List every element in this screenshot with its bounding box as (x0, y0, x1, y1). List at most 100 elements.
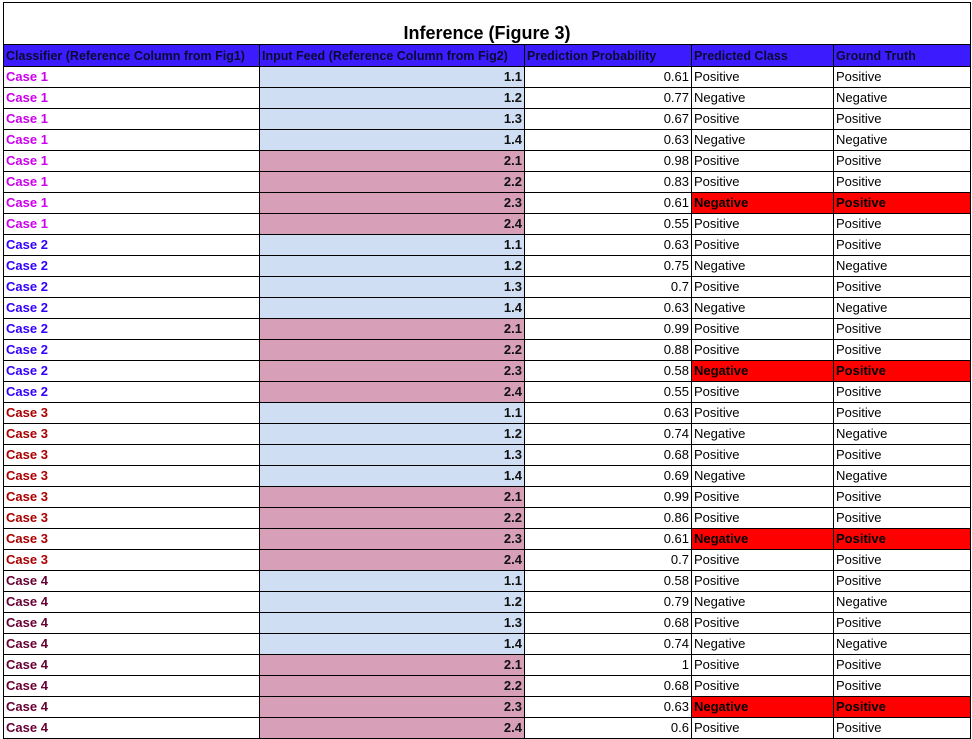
cell-predicted-class: Positive (691, 339, 834, 361)
cell-predicted-class: Positive (691, 549, 834, 571)
cell-ground-truth: Positive (832, 654, 972, 676)
cell-input-feed: 2.1 (259, 654, 525, 676)
table-row: Case 2 1.4 0.63 Negative Negative (3, 297, 972, 319)
cell-input-feed: 2.2 (259, 339, 525, 361)
cell-input-feed: 2.2 (259, 171, 525, 193)
cell-predicted-class: Positive (691, 486, 834, 508)
cell-ground-truth: Positive (832, 192, 972, 214)
cell-classifier: Case 3 (3, 507, 260, 529)
cell-input-feed: 2.2 (259, 507, 525, 529)
cell-prediction-probability: 0.63 (524, 297, 692, 319)
cell-input-feed: 1.4 (259, 297, 525, 319)
table-row: Case 1 1.1 0.61 Positive Positive (3, 66, 972, 88)
cell-input-feed: 2.1 (259, 318, 525, 340)
cell-predicted-class: Positive (691, 444, 834, 466)
cell-input-feed: 1.2 (259, 255, 525, 277)
cell-prediction-probability: 0.74 (524, 633, 692, 655)
cell-classifier: Case 1 (3, 171, 260, 193)
cell-input-feed: 1.4 (259, 633, 525, 655)
cell-classifier: Case 1 (3, 150, 260, 172)
header-input-feed: Input Feed (Reference Column from Fig2) (259, 44, 525, 67)
inference-table: Inference (Figure 3) Classifier (Referen… (2, 2, 972, 739)
cell-ground-truth: Positive (832, 549, 972, 571)
cell-ground-truth: Positive (832, 150, 972, 172)
cell-predicted-class: Positive (691, 213, 834, 235)
cell-predicted-class: Negative (691, 591, 834, 613)
table-row: Case 2 2.4 0.55 Positive Positive (3, 381, 972, 403)
cell-classifier: Case 3 (3, 486, 260, 508)
table-row: Case 4 2.1 1 Positive Positive (3, 654, 972, 676)
cell-predicted-class: Negative (691, 696, 834, 718)
table-row: Case 4 1.2 0.79 Negative Negative (3, 591, 972, 613)
cell-classifier: Case 4 (3, 633, 260, 655)
cell-prediction-probability: 0.77 (524, 87, 692, 109)
cell-input-feed: 1.2 (259, 423, 525, 445)
cell-predicted-class: Positive (691, 234, 834, 256)
cell-ground-truth: Negative (832, 297, 972, 319)
cell-predicted-class: Negative (691, 192, 834, 214)
cell-classifier: Case 2 (3, 360, 260, 382)
cell-input-feed: 1.1 (259, 402, 525, 424)
table-row: Case 3 2.2 0.86 Positive Positive (3, 507, 972, 529)
cell-ground-truth: Negative (832, 255, 972, 277)
cell-ground-truth: Negative (832, 591, 972, 613)
cell-input-feed: 1.3 (259, 108, 525, 130)
cell-classifier: Case 4 (3, 696, 260, 718)
cell-input-feed: 2.1 (259, 486, 525, 508)
cell-input-feed: 2.3 (259, 696, 525, 718)
header-predicted-class: Predicted Class (691, 44, 834, 67)
cell-prediction-probability: 0.86 (524, 507, 692, 529)
table-row: Case 3 1.4 0.69 Negative Negative (3, 465, 972, 487)
table-row: Case 4 2.2 0.68 Positive Positive (3, 675, 972, 697)
cell-classifier: Case 3 (3, 444, 260, 466)
cell-prediction-probability: 0.63 (524, 696, 692, 718)
cell-ground-truth: Positive (832, 612, 972, 634)
cell-ground-truth: Positive (832, 507, 972, 529)
cell-ground-truth: Negative (832, 129, 972, 151)
cell-predicted-class: Positive (691, 276, 834, 298)
table-row: Case 4 2.3 0.63 Negative Positive (3, 696, 972, 718)
table-row: Case 2 2.1 0.99 Positive Positive (3, 318, 972, 340)
header-prediction-probability: Prediction Probability (524, 44, 692, 67)
table-row: Case 2 1.1 0.63 Positive Positive (3, 234, 972, 256)
table-row: Case 1 1.3 0.67 Positive Positive (3, 108, 972, 130)
cell-classifier: Case 2 (3, 318, 260, 340)
cell-classifier: Case 4 (3, 654, 260, 676)
cell-input-feed: 1.1 (259, 66, 525, 88)
cell-predicted-class: Negative (691, 297, 834, 319)
cell-classifier: Case 3 (3, 549, 260, 571)
cell-ground-truth: Positive (832, 570, 972, 592)
cell-classifier: Case 1 (3, 87, 260, 109)
table-row: Case 4 1.3 0.68 Positive Positive (3, 612, 972, 634)
cell-input-feed: 1.1 (259, 234, 525, 256)
cell-prediction-probability: 0.61 (524, 528, 692, 550)
cell-predicted-class: Negative (691, 528, 834, 550)
cell-classifier: Case 3 (3, 465, 260, 487)
cell-ground-truth: Negative (832, 633, 972, 655)
cell-prediction-probability: 0.7 (524, 276, 692, 298)
cell-input-feed: 1.2 (259, 87, 525, 109)
cell-classifier: Case 2 (3, 276, 260, 298)
cell-classifier: Case 4 (3, 612, 260, 634)
cell-predicted-class: Positive (691, 150, 834, 172)
header-row: Classifier (Reference Column from Fig1) … (3, 44, 972, 67)
table-row: Case 1 2.4 0.55 Positive Positive (3, 213, 972, 235)
cell-prediction-probability: 0.79 (524, 591, 692, 613)
cell-prediction-probability: 0.68 (524, 612, 692, 634)
table-row: Case 3 2.3 0.61 Negative Positive (3, 528, 972, 550)
cell-prediction-probability: 0.67 (524, 108, 692, 130)
cell-prediction-probability: 0.83 (524, 171, 692, 193)
cell-classifier: Case 2 (3, 339, 260, 361)
cell-prediction-probability: 0.99 (524, 318, 692, 340)
cell-input-feed: 2.4 (259, 549, 525, 571)
table-row: Case 1 1.4 0.63 Negative Negative (3, 129, 972, 151)
cell-prediction-probability: 0.88 (524, 339, 692, 361)
table-title: Inference (Figure 3) (2, 2, 972, 45)
cell-predicted-class: Negative (691, 255, 834, 277)
table-row: Case 3 2.1 0.99 Positive Positive (3, 486, 972, 508)
cell-classifier: Case 2 (3, 234, 260, 256)
cell-classifier: Case 2 (3, 381, 260, 403)
cell-ground-truth: Positive (832, 528, 972, 550)
table-row: Case 3 2.4 0.7 Positive Positive (3, 549, 972, 571)
cell-classifier: Case 4 (3, 717, 260, 739)
